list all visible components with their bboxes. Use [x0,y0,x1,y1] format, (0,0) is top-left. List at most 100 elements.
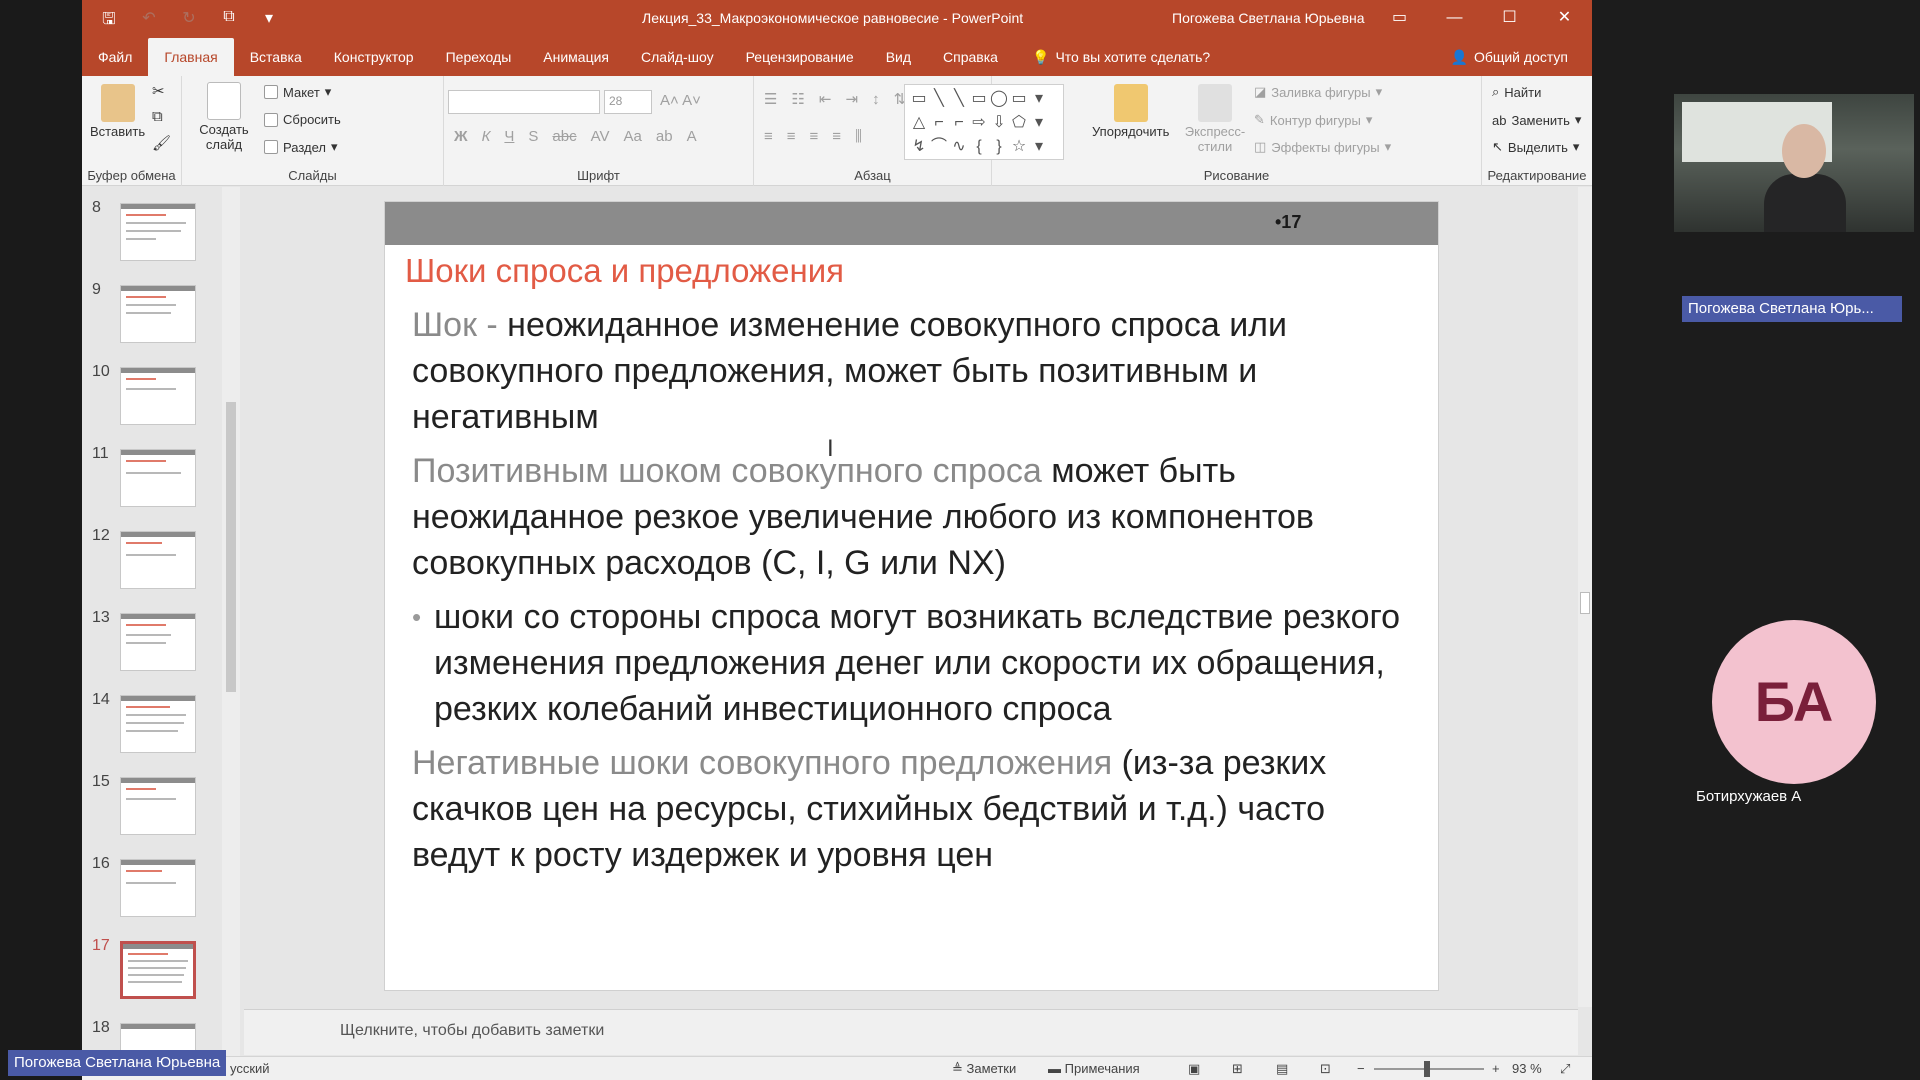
numbering-icon[interactable]: ☷ [791,90,804,108]
thumbnail-number: 9 [92,281,101,298]
columns-icon[interactable]: ⫼ [855,128,862,145]
justify-icon[interactable]: ≡ [832,128,841,145]
find-button[interactable]: ⌕ Найти [1492,84,1541,100]
arrange-label: Упорядочить [1092,124,1170,139]
term-positive-shock: Позитивным шоком совокупного спроса [412,452,1042,490]
scrollbar-thumb[interactable] [226,402,236,692]
comments-toggle[interactable]: ▬ Примечания [1048,1061,1140,1076]
bullets-icon[interactable]: ☰ [764,90,777,108]
thumbnail-slide-10[interactable]: 10 [82,351,240,425]
tab-view[interactable]: Вид [870,38,927,76]
thumbnail-slide-13[interactable]: 13 [82,597,240,671]
zoom-in-icon[interactable]: + [1492,1061,1500,1076]
tab-home[interactable]: Главная [148,38,234,76]
shape-fill-button[interactable]: ◪ Заливка фигуры ▾ [1254,84,1382,100]
customize-qat-icon[interactable]: ▾ [258,8,280,35]
format-painter-icon[interactable]: 🖌 [152,134,171,152]
fit-to-window-icon[interactable]: ⤢ [1560,1061,1570,1077]
quick-styles-button[interactable]: Экспресс-стили [1180,84,1250,154]
font-size-combo[interactable]: 28 [604,90,652,114]
comments-toggle-label: Примечания [1064,1061,1140,1076]
thumbnail-slide-17[interactable]: 17 [82,925,240,999]
decrease-indent-icon[interactable]: ⇤ [819,90,832,108]
select-button[interactable]: ↖ Выделить ▾ [1492,139,1579,155]
line-spacing-icon[interactable]: ↕ [872,91,880,108]
font-name-combo[interactable] [448,90,600,114]
cut-icon[interactable]: ✂ [152,82,165,100]
editing-group-label: Редактирование [1487,168,1587,183]
increase-indent-icon[interactable]: ⇥ [845,90,858,108]
undo-icon[interactable]: ↶ [138,8,160,35]
copy-icon[interactable]: ⧉ [152,108,163,125]
tell-me-search[interactable]: 💡 Что вы хотите сделать? [1032,49,1210,66]
font-color-icon[interactable]: A [687,128,697,145]
notes-pane[interactable]: Щелкните, чтобы добавить заметки [244,1009,1578,1055]
replace-button[interactable]: ab Заменить ▾ [1492,112,1581,128]
tab-transitions[interactable]: Переходы [430,38,528,76]
shadow-icon[interactable]: S [528,128,538,145]
change-case-icon[interactable]: Aa [624,128,642,145]
paste-button[interactable]: Вставить [90,84,145,139]
close-button[interactable]: ✕ [1537,0,1592,38]
thumbnail-slide-11[interactable]: 11 [82,433,240,507]
thumbnail-number: 10 [92,363,110,380]
thumbnail-slide-15[interactable]: 15 [82,761,240,835]
quick-styles-icon [1198,84,1232,122]
strikethrough-icon[interactable]: abc [552,128,576,145]
align-right-icon[interactable]: ≡ [810,128,819,145]
slide-body-text[interactable]: Шок - неожиданное изменение совокупного … [412,302,1422,886]
layout-button[interactable]: Макет ▾ [264,84,331,100]
increase-font-icon[interactable]: A˄ A˅ [660,92,701,109]
zoom-slider-thumb[interactable] [1424,1061,1430,1077]
tab-design[interactable]: Конструктор [318,38,430,76]
tab-review[interactable]: Рецензирование [730,38,870,76]
section-label: Раздел [283,139,326,155]
thumbnail-slide-14[interactable]: 14 [82,679,240,753]
section-button[interactable]: Раздел ▾ [264,139,338,155]
tab-animations[interactable]: Анимация [527,38,625,76]
language-indicator[interactable]: усский [230,1061,270,1076]
italic-icon[interactable]: К [482,128,491,145]
thumbnail-slide-8[interactable]: 8 [82,187,240,261]
minimize-button[interactable]: — [1427,0,1482,38]
arrange-button[interactable]: Упорядочить [1092,84,1169,139]
start-slideshow-icon[interactable]: ⧉ [218,8,240,35]
shape-outline-button[interactable]: ✎ Контур фигуры ▾ [1254,112,1372,128]
thumbnail-slide-12[interactable]: 12 [82,515,240,589]
slide-scrollbar[interactable] [1578,187,1592,1007]
reading-view-icon[interactable]: ▤ [1276,1061,1288,1077]
reset-button[interactable]: Сбросить [264,112,341,127]
font-group: 28 A˄ A˅ Ж К Ч Sabc AV Aa ab A Шрифт [444,76,754,186]
current-slide[interactable]: •17 Шоки спроса и предложения Шок - неож… [384,201,1439,991]
zoom-level[interactable]: 93 % [1512,1061,1542,1076]
redo-icon[interactable]: ↻ [178,8,200,35]
shapes-gallery[interactable]: ▭ ╲ ╲ ▭ ◯ ▭ ▾ △ ⌐ ⌐ ⇨ ⇩ ⬠ ▾ ↯ ⌒ ∿{} ☆ ▾ [904,84,1064,160]
thumbnail-scrollbar[interactable] [222,187,240,1057]
save-icon[interactable]: 🖫 [98,8,120,35]
thumbnail-slide-16[interactable]: 16 [82,843,240,917]
signed-in-user[interactable]: Погожева Светлана Юрьевна [1172,10,1365,26]
highlight-icon[interactable]: ab [656,128,673,145]
new-slide-button[interactable]: Создать слайд [192,82,256,152]
bold-icon[interactable]: Ж [454,128,468,145]
align-left-icon[interactable]: ≡ [764,128,773,145]
normal-view-icon[interactable]: ▣ [1188,1061,1200,1077]
slide-sorter-icon[interactable]: ⊞ [1232,1061,1243,1077]
maximize-button[interactable]: ☐ [1482,0,1537,38]
zoom-out-icon[interactable]: − [1357,1061,1365,1076]
slideshow-view-icon[interactable]: ⊡ [1320,1061,1331,1077]
tab-help[interactable]: Справка [927,38,1014,76]
shape-effects-button[interactable]: ◫ Эффекты фигуры ▾ [1254,139,1391,155]
underline-icon[interactable]: Ч [504,128,514,145]
scrollbar-thumb[interactable] [1580,592,1590,614]
ribbon-display-options-icon[interactable]: ▭ [1372,0,1427,38]
notes-toggle[interactable]: ≜ Заметки [952,1061,1016,1077]
tab-slideshow[interactable]: Слайд-шоу [625,38,730,76]
slide-title[interactable]: Шоки спроса и предложения [405,252,844,290]
align-center-icon[interactable]: ≡ [787,128,796,145]
share-button[interactable]: 👤 Общий доступ [1451,49,1569,66]
spacing-icon[interactable]: AV [591,128,610,145]
tab-file[interactable]: Файл [82,38,148,76]
thumbnail-slide-9[interactable]: 9 [82,269,240,343]
tab-insert[interactable]: Вставка [234,38,318,76]
